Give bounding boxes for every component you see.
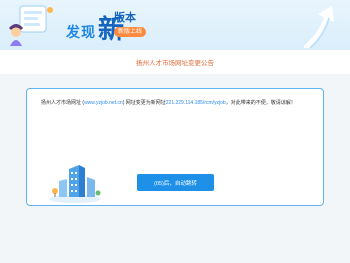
message-part-3: ，对此带来的不便，敬请谅解！ — [225, 100, 296, 106]
old-url-link[interactable]: www.yzjob.net.cn — [84, 100, 123, 106]
banner-pre-text: 发现 — [66, 24, 96, 40]
city-buildings-illustration-icon — [49, 165, 101, 203]
message-part-2: ) 网址变更为新网址 — [122, 100, 166, 106]
notice-strip: 扬州人才市场网址变更公告 — [0, 50, 350, 74]
up-arrow-icon — [304, 6, 334, 48]
page: 发现 新 版本 新版上线 扬州人才市场网址变更公告 扬州人才市场网址 (www.… — [0, 0, 350, 263]
banner-pill-badge: 新版上线 — [114, 27, 147, 37]
announcement-message: 扬州人才市场网址 (www.yzjob.net.cn) 网址变更为新网址221.… — [41, 99, 321, 106]
message-part-1: 扬州人才市场网址 ( — [41, 100, 85, 106]
phone-chat-illustration-icon — [9, 5, 53, 46]
header-banner: 发现 新 版本 新版上线 — [0, 0, 350, 50]
banner-version: 版本 新版上线 — [114, 12, 147, 37]
notice-title: 扬州人才市场网址变更公告 — [136, 60, 214, 67]
auto-redirect-button[interactable]: (05)后，自动跳转 — [137, 174, 214, 191]
announcement-card: 扬州人才市场网址 (www.yzjob.net.cn) 网址变更为新网址221.… — [26, 88, 324, 206]
banner-suffix: 版本 — [114, 12, 136, 24]
new-url-link[interactable]: 221.229.114.185/rcm/yzjob — [166, 100, 226, 106]
